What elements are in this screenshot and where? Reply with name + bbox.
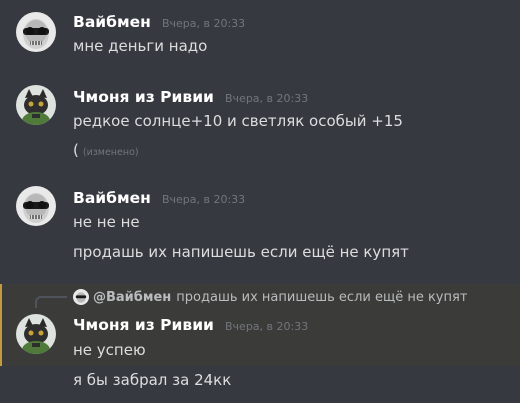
author-name[interactable]: Чмоня из Ривии — [73, 316, 214, 334]
message-text: мне деньги надо — [73, 37, 208, 55]
message-header: Вайбмен Вчера, в 20:33 — [73, 12, 245, 31]
reply-author[interactable]: @Вайбмен — [93, 290, 171, 305]
timestamp[interactable]: Вчера, в 20:33 — [225, 92, 308, 105]
avatar[interactable] — [16, 186, 56, 226]
message-header: Чмоня из Ривии Вчера, в 20:33 — [73, 87, 308, 106]
chat-message-list: Вайбмен Вчера, в 20:33 мне деньги надо Ч… — [0, 0, 520, 403]
reply-reference[interactable]: @Вайбмен продашь их напишешь если ещё не… — [73, 288, 467, 306]
message-header: Вайбмен Вчера, в 20:33 — [73, 188, 245, 207]
author-name[interactable]: Вайбмен — [73, 189, 151, 207]
avatar[interactable] — [16, 12, 56, 52]
message-text: я бы забрал за 24кк — [73, 371, 232, 389]
timestamp[interactable]: Вчера, в 20:33 — [162, 193, 245, 206]
timestamp[interactable]: Вчера, в 20:33 — [162, 17, 245, 30]
skull-sunglasses-avatar-icon — [16, 12, 56, 52]
message-text: продашь их напишешь если ещё не купят — [73, 243, 409, 261]
mention-highlight-bar — [0, 284, 2, 366]
reply-spine — [35, 296, 67, 308]
message-text: редкое солнце+10 и светляк особый +15 — [73, 112, 403, 130]
dark-cat-avatar-icon — [16, 85, 56, 125]
skull-sunglasses-avatar-icon — [16, 186, 56, 226]
skull-sunglasses-avatar-icon — [73, 289, 89, 305]
message-header: Чмоня из Ривии Вчера, в 20:33 — [73, 315, 308, 334]
author-name[interactable]: Вайбмен — [73, 13, 151, 31]
reply-avatar — [73, 289, 89, 305]
reply-text[interactable]: продашь их напишешь если ещё не купят — [176, 290, 467, 305]
avatar[interactable] — [16, 85, 56, 125]
message-text: не успею — [73, 341, 146, 359]
message-text-edited: ((изменено) — [73, 141, 139, 159]
avatar[interactable] — [16, 314, 56, 354]
dark-cat-avatar-icon — [16, 314, 56, 354]
edited-label: (изменено) — [82, 147, 139, 158]
timestamp[interactable]: Вчера, в 20:33 — [225, 320, 308, 333]
author-name[interactable]: Чмоня из Ривии — [73, 88, 214, 106]
message-text: ( — [73, 141, 79, 159]
message-text: не не не — [73, 213, 140, 231]
